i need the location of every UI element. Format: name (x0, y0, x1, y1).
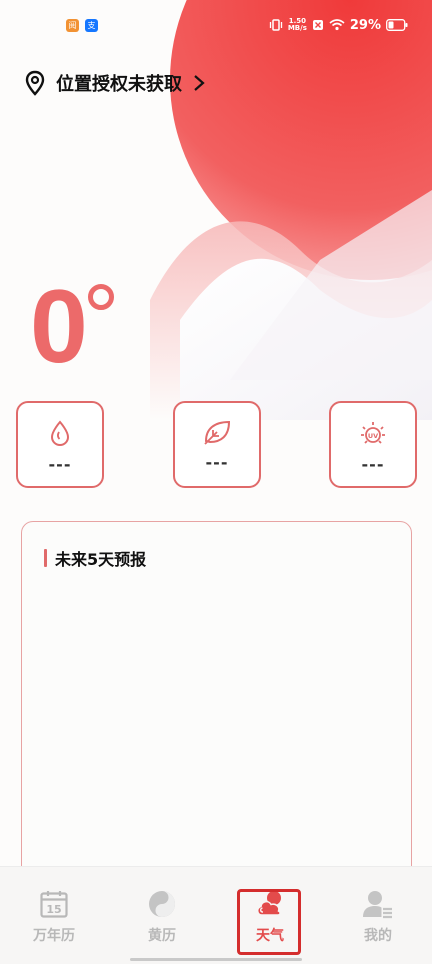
humidity-icon (50, 420, 70, 447)
leaf-icon (204, 420, 231, 445)
vibrate-icon (269, 19, 282, 31)
sim-off-icon (312, 20, 323, 30)
tab-calendar[interactable]: 15 万年历 (9, 867, 99, 964)
location-pin-icon (25, 70, 45, 96)
location-permission-button[interactable]: 位置授权未获取 (24, 70, 206, 96)
location-text: 位置授权未获取 (56, 74, 182, 95)
air-quality-value: --- (205, 453, 229, 472)
network-speed: 1.50 MB/s (287, 17, 307, 32)
alipay-app-icon: 支 (85, 18, 98, 32)
uv-icon: UV (361, 422, 385, 444)
forecast-title: 未来5天预报 (44, 546, 146, 570)
cloud-sun-icon (257, 891, 281, 916)
battery-icon (386, 19, 408, 31)
tab-profile[interactable]: 我的 (333, 867, 423, 964)
humidity-value: --- (48, 455, 72, 474)
battery-percent: 29% (349, 17, 381, 33)
forecast-title-accent (44, 549, 47, 567)
status-indicators: 1.50 MB/s 29% (269, 18, 408, 33)
calendar-icon: 15 (40, 891, 68, 918)
forecast-title-text: 未来5天预报 (55, 550, 147, 569)
home-indicator[interactable] (130, 958, 302, 961)
svg-text:15: 15 (46, 903, 61, 916)
current-temperature: 0 (30, 269, 88, 385)
status-bar: 阅 支 1.50 MB/s 29% (0, 0, 432, 50)
tab-almanac[interactable]: 黄历 (117, 867, 207, 964)
humidity-card[interactable]: --- (16, 401, 104, 488)
profile-icon (363, 891, 392, 919)
five-day-forecast-panel: 未来5天预报 (21, 521, 412, 901)
bottom-tab-bar: 15 万年历 黄历 天气 我的 (0, 866, 432, 964)
svg-text:UV: UV (368, 432, 378, 440)
wifi-icon (329, 19, 345, 31)
air-quality-card[interactable]: --- (173, 401, 261, 488)
reader-app-icon: 阅 (66, 18, 79, 32)
yin-yang-icon (149, 891, 175, 917)
uv-index-value: --- (361, 455, 385, 474)
degree-symbol (88, 284, 114, 310)
chevron-right-icon (194, 75, 205, 91)
uv-index-card[interactable]: UV --- (329, 401, 417, 488)
status-app-badges: 阅 支 (66, 18, 98, 32)
tab-weather[interactable]: 天气 (225, 867, 315, 964)
